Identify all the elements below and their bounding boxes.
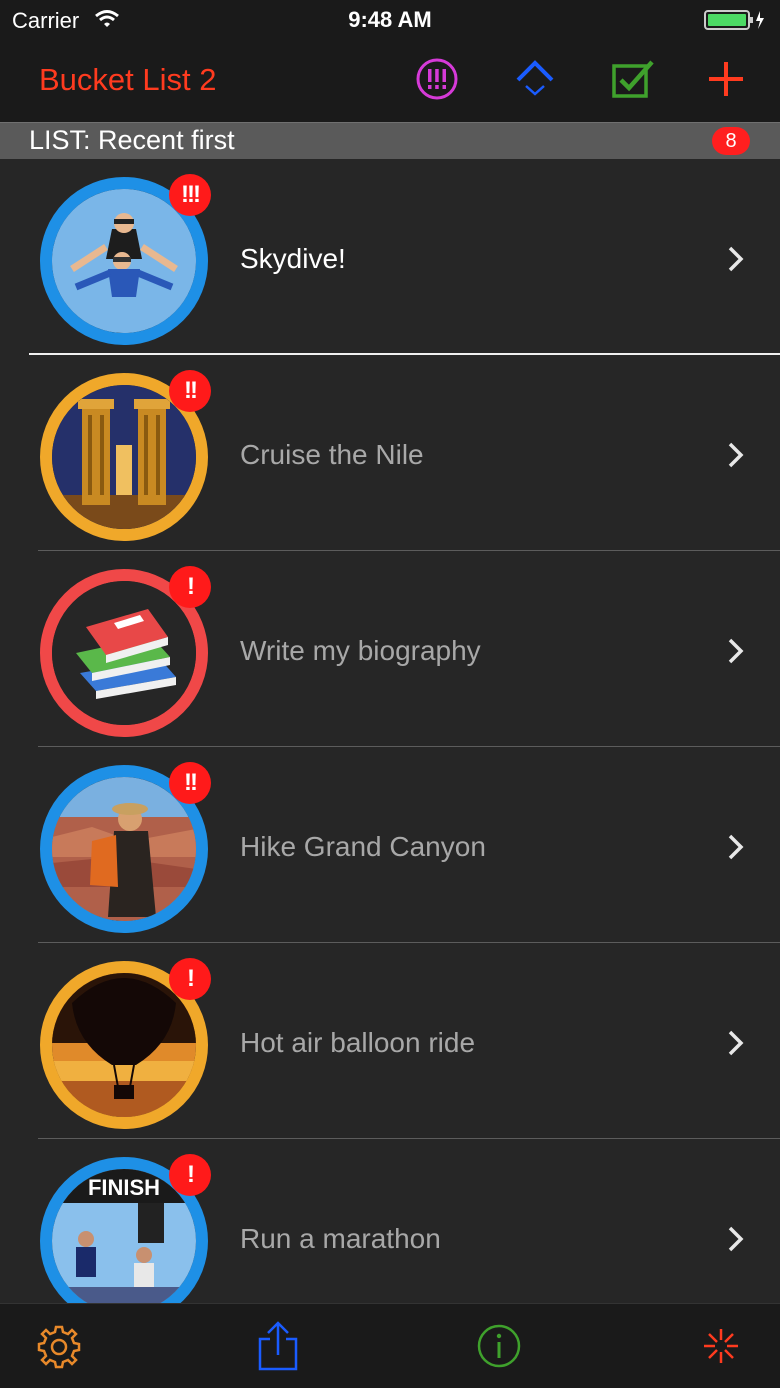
item-title: Run a marathon xyxy=(240,1223,441,1254)
priority-badge: ! xyxy=(169,958,211,1000)
bottom-toolbar xyxy=(0,1303,780,1388)
add-icon[interactable] xyxy=(703,56,749,102)
list-item[interactable]: !!! Skydive! xyxy=(0,159,780,355)
list-section-header: LIST: Recent first 8 xyxy=(0,122,780,159)
chevron-right-icon xyxy=(728,1226,744,1252)
item-title: Skydive! xyxy=(240,243,346,274)
info-icon[interactable] xyxy=(475,1321,523,1371)
chevron-right-icon xyxy=(728,638,744,664)
navigation-bar: Bucket List 2 xyxy=(0,40,780,122)
item-title: Cruise the Nile xyxy=(240,439,424,470)
finish-banner-text: FINISH xyxy=(88,1175,160,1200)
item-title: Hike Grand Canyon xyxy=(240,831,486,862)
activity-icon[interactable] xyxy=(697,1321,745,1371)
priority-badge: !! xyxy=(169,370,211,412)
share-icon[interactable] xyxy=(254,1321,302,1371)
list-item[interactable]: ! Write my biography xyxy=(0,551,780,747)
priority-badge: ! xyxy=(169,566,211,608)
battery-icon xyxy=(704,10,764,30)
priority-badge: !! xyxy=(169,762,211,804)
status-bar: Carrier 9:48 AM xyxy=(0,0,780,40)
list-item[interactable]: !! Hike Grand Canyon xyxy=(0,747,780,943)
priority-badge: !!! xyxy=(169,174,211,216)
checkbox-icon[interactable] xyxy=(610,56,656,102)
chevron-right-icon xyxy=(728,442,744,468)
app-title: Bucket List 2 xyxy=(39,62,217,97)
list-item[interactable]: ! Hot air balloon ride xyxy=(0,943,780,1139)
sort-icon[interactable] xyxy=(512,56,558,102)
chevron-right-icon xyxy=(728,834,744,860)
priority-badge: ! xyxy=(169,1154,211,1196)
item-count-badge: 8 xyxy=(712,127,750,155)
list-sort-label: LIST: Recent first xyxy=(29,125,235,155)
priority-filter-icon[interactable] xyxy=(414,56,460,102)
chevron-right-icon xyxy=(728,246,744,272)
list-item[interactable]: !! Cruise the Nile xyxy=(0,355,780,551)
chevron-right-icon xyxy=(728,1030,744,1056)
item-title: Write my biography xyxy=(240,635,481,666)
clock: 9:48 AM xyxy=(348,7,432,32)
settings-icon[interactable] xyxy=(35,1321,83,1371)
item-title: Hot air balloon ride xyxy=(240,1027,476,1058)
